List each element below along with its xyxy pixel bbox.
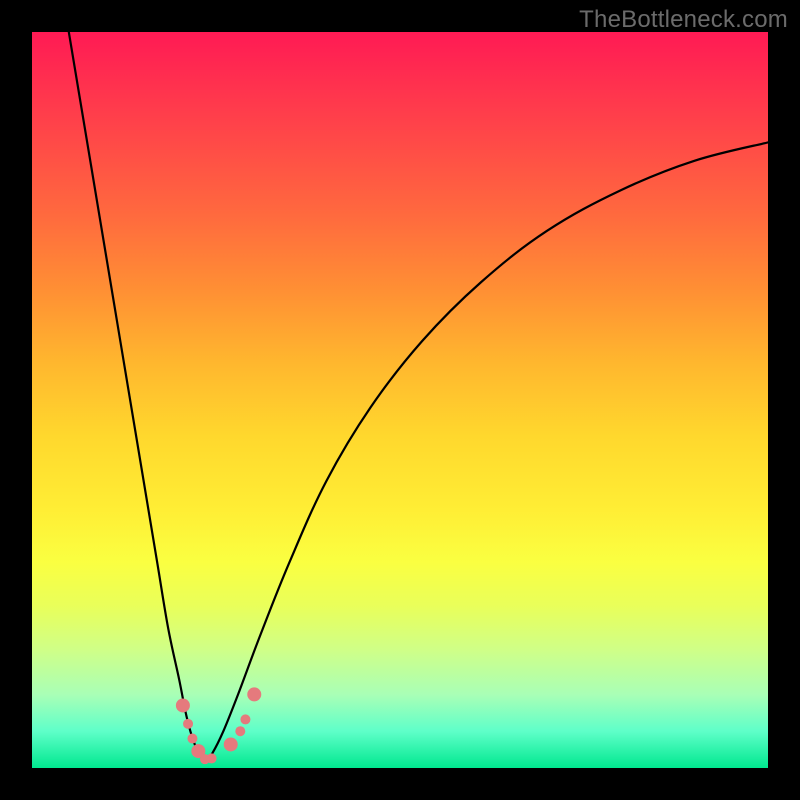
marker-dot (224, 737, 238, 751)
curve-left-branch (69, 32, 205, 762)
marker-dot (183, 719, 193, 729)
marker-dot (235, 726, 245, 736)
curve-right-branch (205, 142, 768, 762)
marker-dot (176, 698, 190, 712)
marker-dot (207, 753, 217, 763)
chart-frame: TheBottleneck.com (0, 0, 800, 800)
marker-dot (187, 734, 197, 744)
curve-layer (32, 32, 768, 768)
plot-area (32, 32, 768, 768)
markers-group (176, 687, 261, 764)
watermark-text: TheBottleneck.com (579, 6, 788, 34)
marker-dot (240, 714, 250, 724)
marker-dot (247, 687, 261, 701)
